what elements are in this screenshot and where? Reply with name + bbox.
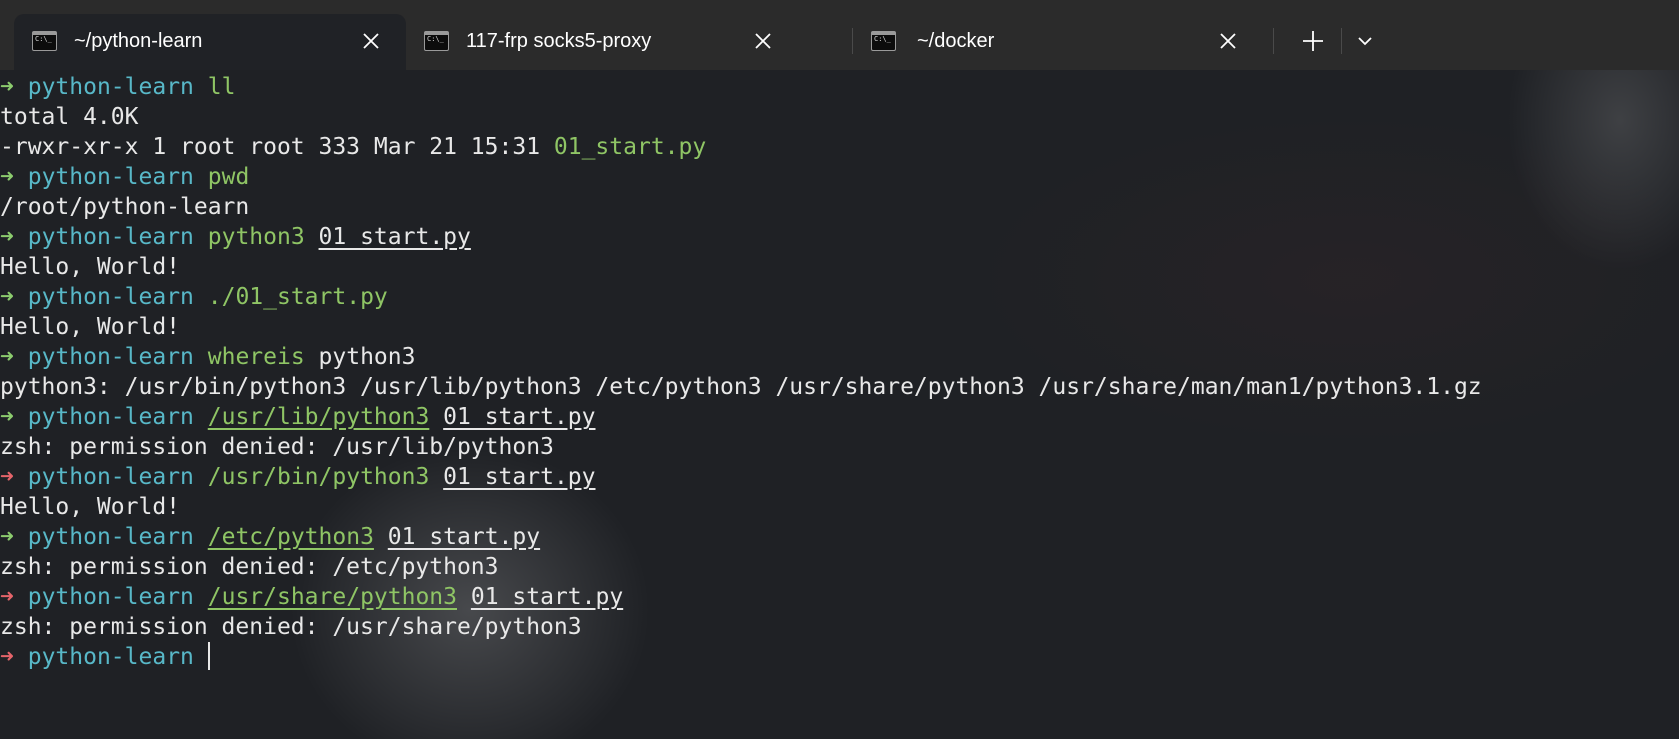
prompt-directory: python-learn <box>27 524 194 550</box>
prompt-arrow-icon: ➜ <box>0 584 14 610</box>
prompt-arrow-icon: ➜ <box>0 404 14 430</box>
prompt-arrow-icon: ➜ <box>0 644 14 670</box>
command-argument: python3 <box>318 344 416 370</box>
output-line: /root/python-learn <box>0 192 1679 222</box>
prompt-line: ➜ python-learn /etc/python3 01_start.py <box>0 522 1679 552</box>
command-argument: 01_start.py <box>443 404 596 430</box>
output-text: zsh: permission denied: /usr/lib/python3 <box>0 434 554 460</box>
prompt-line: ➜ python-learn ll <box>0 72 1679 102</box>
command-path: /etc/python3 <box>207 524 374 550</box>
prompt-arrow-icon: ➜ <box>0 284 14 310</box>
command: python3 <box>207 224 305 250</box>
command-path: /usr/lib/python3 <box>207 404 430 430</box>
prompt-directory: python-learn <box>27 224 194 250</box>
prompt-line: ➜ python-learn /usr/lib/python3 01_start… <box>0 402 1679 432</box>
prompt-directory: python-learn <box>27 74 194 100</box>
output-text: zsh: permission denied: /etc/python3 <box>0 554 499 580</box>
plus-icon[interactable] <box>1298 26 1328 56</box>
terminal-icon: C:\_ <box>424 31 449 51</box>
prompt-arrow-icon: ➜ <box>0 164 14 190</box>
output-line: Hello, World! <box>0 252 1679 282</box>
command: whereis <box>207 344 305 370</box>
output-line: python3: /usr/bin/python3 /usr/lib/pytho… <box>0 372 1679 402</box>
prompt-arrow-icon: ➜ <box>0 344 14 370</box>
prompt-line: ➜ python-learn whereis python3 <box>0 342 1679 372</box>
command: pwd <box>207 164 250 190</box>
command-path: /usr/share/python3 <box>207 584 457 610</box>
output-line: -rwxr-xr-x 1 root root 333 Mar 21 15:31 … <box>0 132 1679 162</box>
command: /usr/bin/python3 <box>207 464 430 490</box>
tab-title: 117-frp socks5-proxy <box>466 30 652 52</box>
prompt-line: ➜ python-learn ./01_start.py <box>0 282 1679 312</box>
prompt-arrow-icon: ➜ <box>0 524 14 550</box>
tab-title: ~/python-learn <box>74 30 203 52</box>
prompt-line: ➜ python-learn python3 01_start.py <box>0 222 1679 252</box>
prompt-line: ➜ python-learn /usr/bin/python3 01_start… <box>0 462 1679 492</box>
close-icon[interactable] <box>750 28 776 54</box>
current-prompt-line: ➜ python-learn <box>0 642 1679 672</box>
file-listing: -rwxr-xr-x 1 root root 333 Mar 21 15:31 <box>0 134 554 160</box>
tab-separator <box>1273 28 1274 54</box>
tab-bar: C:\_ ~/python-learn C:\_ 117-frp socks5-… <box>0 0 1679 70</box>
prompt-directory: python-learn <box>27 404 194 430</box>
prompt-arrow-icon: ➜ <box>0 224 14 250</box>
terminal-icon: C:\_ <box>871 31 896 51</box>
chevron-down-icon[interactable] <box>1350 26 1380 56</box>
tab-python-learn[interactable]: C:\_ ~/python-learn <box>14 14 406 70</box>
output-line: zsh: permission denied: /usr/share/pytho… <box>0 612 1679 642</box>
command: ./01_start.py <box>207 284 388 310</box>
prompt-arrow-icon: ➜ <box>0 74 14 100</box>
terminal-output[interactable]: ➜ python-learn ll total 4.0K -rwxr-xr-x 1 … <box>0 72 1679 672</box>
prompt-directory: python-learn <box>27 584 194 610</box>
output-text: python3: /usr/bin/python3 /usr/lib/pytho… <box>0 374 1482 400</box>
prompt-directory: python-learn <box>27 164 194 190</box>
tab-frp-socks5-proxy[interactable]: C:\_ 117-frp socks5-proxy <box>406 14 798 70</box>
prompt-arrow-icon: ➜ <box>0 464 14 490</box>
prompt-directory: python-learn <box>27 284 194 310</box>
terminal-icon: C:\_ <box>32 31 57 51</box>
output-line: total 4.0K <box>0 102 1679 132</box>
output-line: Hello, World! <box>0 492 1679 522</box>
tab-title: ~/docker <box>917 30 995 52</box>
output-line: zsh: permission denied: /usr/lib/python3 <box>0 432 1679 462</box>
prompt-directory: python-learn <box>27 464 194 490</box>
command-argument: 01_start.py <box>387 524 541 550</box>
tab-separator <box>1341 28 1342 54</box>
command: ll <box>207 74 236 100</box>
text-cursor <box>207 642 210 670</box>
output-text: zsh: permission denied: /usr/share/pytho… <box>0 614 582 640</box>
prompt-line: ➜ python-learn /usr/share/python3 01_sta… <box>0 582 1679 612</box>
prompt-directory: python-learn <box>27 644 194 670</box>
output-text: Hello, World! <box>0 314 181 340</box>
close-icon[interactable] <box>358 28 384 54</box>
command-argument: 01_start.py <box>318 224 471 250</box>
output-text: Hello, World! <box>0 494 181 520</box>
close-icon[interactable] <box>1215 28 1241 54</box>
command-argument: 01_start.py <box>470 584 624 610</box>
prompt-line: ➜ python-learn pwd <box>0 162 1679 192</box>
prompt-directory: python-learn <box>27 344 194 370</box>
tab-docker[interactable]: C:\_ ~/docker <box>853 14 1245 70</box>
command-argument: 01_start.py <box>443 464 596 490</box>
terminal-window: C:\_ ~/python-learn C:\_ 117-frp socks5-… <box>0 0 1679 739</box>
file-name: 01_start.py <box>553 134 707 160</box>
output-text: total 4.0K <box>0 104 139 130</box>
output-line: zsh: permission denied: /etc/python3 <box>0 552 1679 582</box>
output-text: Hello, World! <box>0 254 181 280</box>
output-line: Hello, World! <box>0 312 1679 342</box>
output-text: /root/python-learn <box>0 194 250 220</box>
